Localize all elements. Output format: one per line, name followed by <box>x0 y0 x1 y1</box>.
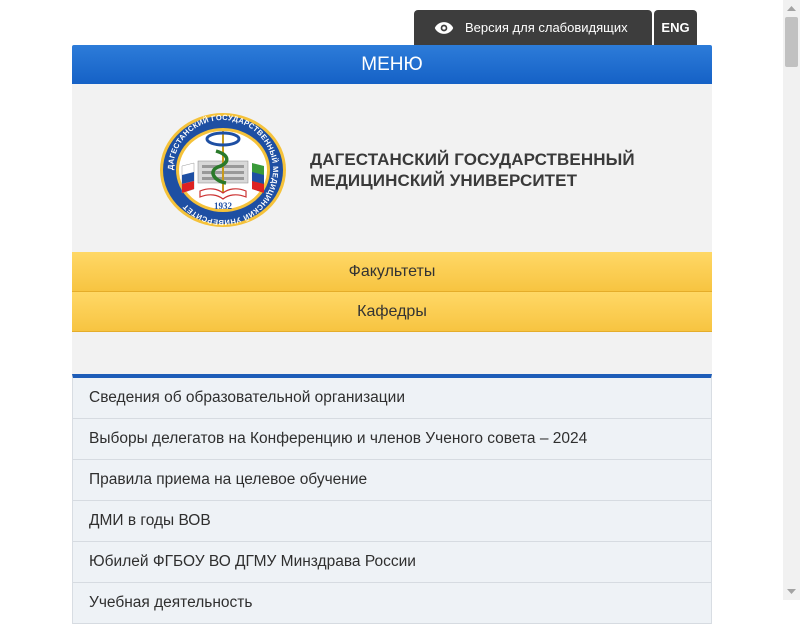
list-item-label: ДМИ в годы ВОВ <box>89 512 211 529</box>
departments-menu-item[interactable]: Кафедры <box>72 292 712 332</box>
vertical-scrollbar[interactable] <box>783 0 800 600</box>
links-list: Сведения об образовательной организации … <box>72 374 712 624</box>
university-title: ДАГЕСТАНСКИЙ ГОСУДАРСТВЕННЫЙ МЕДИЦИНСКИЙ… <box>310 149 635 191</box>
scroll-down-arrow-icon[interactable] <box>783 583 800 600</box>
university-logo[interactable]: ДАГЕСТАНСКИЙ ГОСУДАРСТВЕННЫЙ МЕДИЦИНСКИЙ… <box>158 111 288 229</box>
site-header: ДАГЕСТАНСКИЙ ГОСУДАРСТВЕННЫЙ МЕДИЦИНСКИЙ… <box>72 84 712 252</box>
menu-toggle-button[interactable]: МЕНЮ <box>72 45 712 84</box>
list-item-anniversary[interactable]: Юбилей ФГБОУ ВО ДГМУ Минздрава России <box>73 542 711 583</box>
low-vision-version-label: Версия для слабовидящих <box>465 20 628 35</box>
faculties-label: Факультеты <box>348 263 436 280</box>
university-title-line1: ДАГЕСТАНСКИЙ ГОСУДАРСТВЕННЫЙ <box>310 150 635 169</box>
low-vision-version-button[interactable]: Версия для слабовидящих <box>414 10 652 45</box>
list-item-dmi-wwii[interactable]: ДМИ в годы ВОВ <box>73 501 711 542</box>
top-toolbar: Версия для слабовидящих ENG <box>414 10 697 45</box>
eye-icon <box>434 21 454 34</box>
departments-label: Кафедры <box>357 303 427 320</box>
university-title-line2: МЕДИЦИНСКИЙ УНИВЕРСИТЕТ <box>310 171 578 190</box>
faculties-menu-item[interactable]: Факультеты <box>72 252 712 292</box>
spacer <box>72 332 712 374</box>
list-item-label: Юбилей ФГБОУ ВО ДГМУ Минздрава России <box>89 553 416 570</box>
scrollbar-thumb[interactable] <box>785 17 798 67</box>
list-item-label: Сведения об образовательной организации <box>89 389 405 406</box>
english-language-button[interactable]: ENG <box>654 10 697 45</box>
page-container: МЕНЮ ДАГЕСТАНСКИЙ ГОСУДАРСТВЕННЫЙ МЕДИЦИ… <box>72 45 712 624</box>
logo-year: 1932 <box>214 201 233 211</box>
english-language-label: ENG <box>661 20 690 35</box>
list-item-label: Выборы делегатов на Конференцию и членов… <box>89 430 588 447</box>
scroll-up-arrow-icon[interactable] <box>783 0 800 17</box>
list-item-elections-2024[interactable]: Выборы делегатов на Конференцию и членов… <box>73 419 711 460</box>
list-item-label: Учебная деятельность <box>89 594 253 611</box>
list-item-educational-activity[interactable]: Учебная деятельность <box>73 583 711 624</box>
menu-label: МЕНЮ <box>361 54 423 75</box>
list-item-label: Правила приема на целевое обучение <box>89 471 368 488</box>
list-item-organization-info[interactable]: Сведения об образовательной организации <box>73 378 711 419</box>
list-item-targeted-admission[interactable]: Правила приема на целевое обучение <box>73 460 711 501</box>
